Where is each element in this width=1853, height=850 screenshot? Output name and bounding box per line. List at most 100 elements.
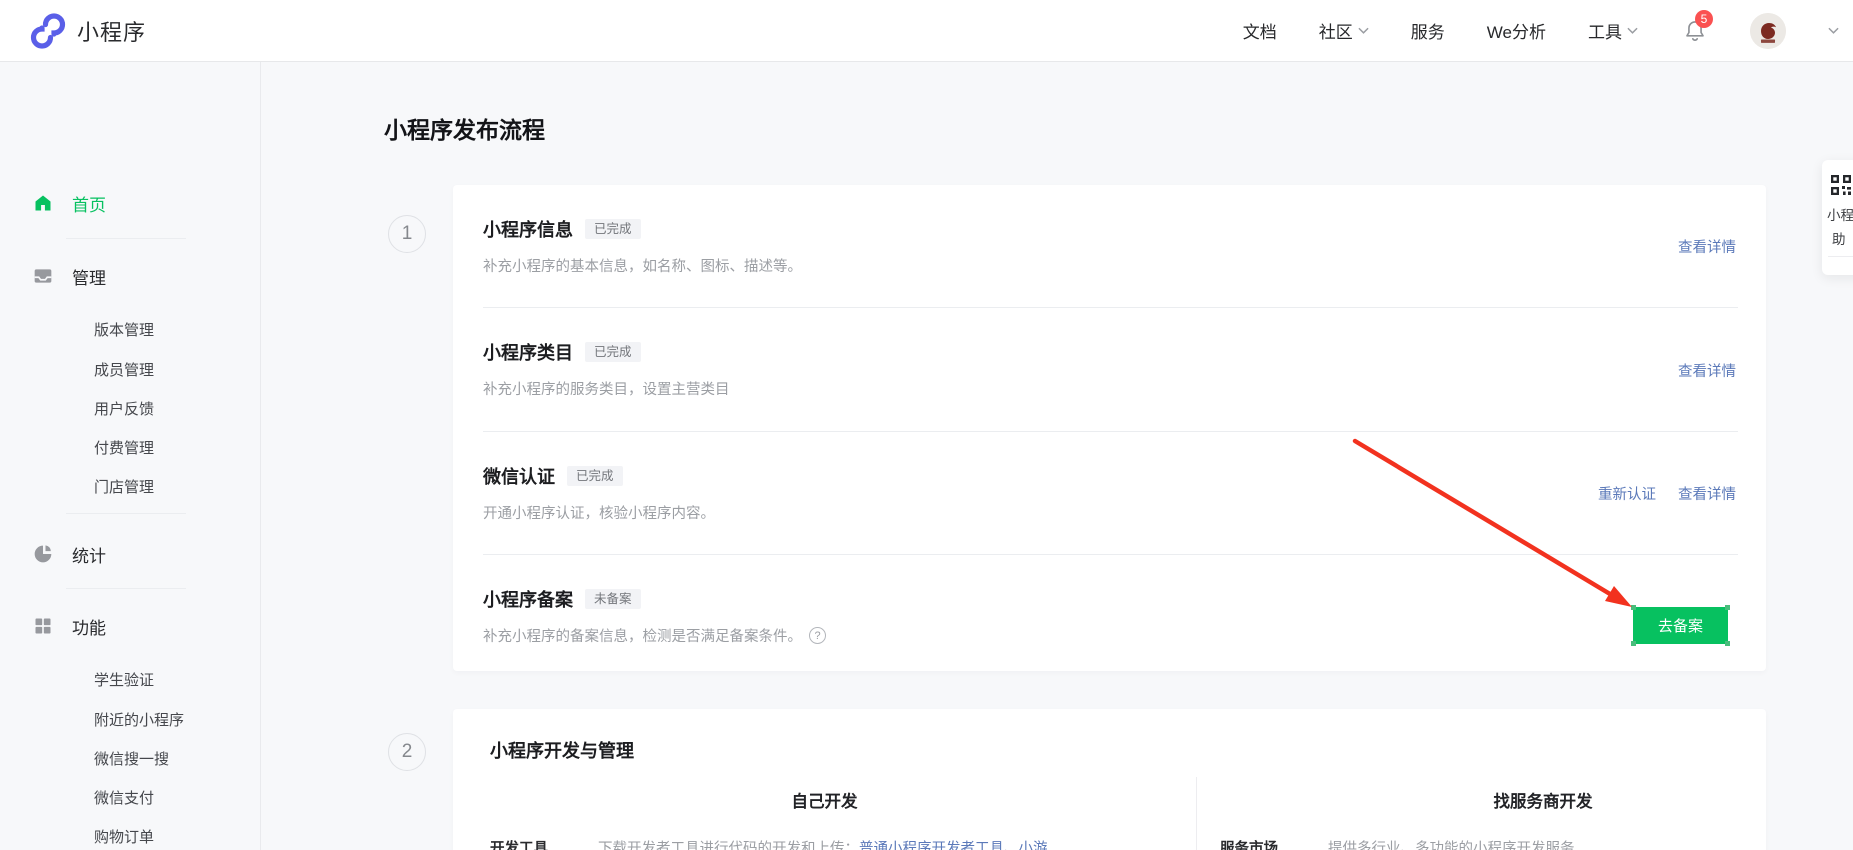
sidebar-item-label: 用户反馈 — [94, 400, 155, 418]
top-navbar: 小程序 文档 社区 服务 We分析 工具 5 — [0, 0, 1853, 62]
nav-docs[interactable]: 文档 — [1243, 18, 1277, 43]
row-title: 小程序备案 — [483, 590, 573, 610]
sidebar-item-label: 附近的小程序 — [94, 711, 185, 729]
selection-handle — [1725, 605, 1730, 610]
service-market-text: 提供多行业、多功能的小程序开发服务 — [1328, 841, 1575, 850]
sidebar-divider — [66, 588, 186, 589]
sidebar-item-label: 学生验证 — [94, 671, 155, 689]
selection-handle — [1725, 641, 1730, 646]
sidebar-item-label: 微信搜一搜 — [94, 750, 170, 768]
sidebar-item-wechat-search[interactable]: 微信搜一搜 — [0, 740, 259, 776]
column-divider — [1196, 777, 1197, 850]
sidebar-item-features[interactable]: 功能 — [0, 608, 259, 644]
nav-tools[interactable]: 工具 — [1588, 18, 1638, 43]
publish-flow-card: 小程序信息 已完成 补充小程序的基本信息，如名称、图标、描述等。 查看详情 小程… — [453, 185, 1766, 671]
sidebar-item-shopping-orders[interactable]: 购物订单 — [0, 818, 259, 850]
sidebar-item-wechat-pay[interactable]: 微信支付 — [0, 779, 259, 815]
avatar-logo — [1750, 12, 1786, 49]
sidebar-item-user-feedback[interactable]: 用户反馈 — [0, 390, 259, 426]
row-description: 补充小程序的基本信息，如名称、图标、描述等。 — [483, 259, 802, 275]
widget-divider — [1828, 256, 1853, 257]
development-card: 小程序开发与管理 自己开发 找服务商开发 开发工具 下载开发者工具进行代码的开发… — [453, 709, 1766, 850]
inbox-icon — [34, 269, 52, 283]
sidebar-item-label: 微信支付 — [94, 789, 155, 807]
nav-docs-label: 文档 — [1242, 23, 1277, 42]
normal-devtools-link[interactable]: 普通小程序开发者工具 — [859, 837, 1004, 850]
dev-tools-row: 开发工具 下载开发者工具进行代码的开发和上传： 普通小程序开发者工具 、 小游 — [490, 837, 1048, 850]
sidebar-item-store-management[interactable]: 门店管理 — [0, 468, 259, 504]
step-number-2: 2 — [388, 733, 426, 771]
notification-bell[interactable]: 5 — [1682, 9, 1713, 44]
brand[interactable]: 小程序 — [30, 0, 146, 61]
sidebar-item-payment-management[interactable]: 付费管理 — [0, 429, 259, 465]
view-details-link[interactable]: 查看详情 — [1678, 483, 1736, 504]
column-header-find-provider: 找服务商开发 — [1493, 793, 1593, 811]
miniprogram-assistant-widget[interactable]: 小程 助 — [1822, 160, 1853, 275]
flow-row-wechat-verification: 微信认证 已完成 开通小程序认证，核验小程序内容。 重新认证 查看详情 — [453, 432, 1766, 555]
step-number-1: 1 — [388, 215, 426, 253]
assistant-label-line2: 助 — [1832, 232, 1846, 247]
dev-tools-label: 开发工具 — [490, 841, 548, 850]
service-market-label: 服务市场 — [1220, 841, 1278, 850]
go-filing-button[interactable]: 去备案 — [1633, 607, 1728, 644]
sidebar-item-label: 管理 — [72, 268, 106, 288]
nav-community-label: 社区 — [1318, 23, 1353, 42]
status-badge: 未备案 — [585, 588, 641, 610]
sidebar-item-management[interactable]: 管理 — [0, 258, 259, 294]
go-filing-button-wrap: 去备案 — [1631, 605, 1730, 646]
home-icon — [35, 195, 51, 211]
row-title: 小程序信息 — [483, 220, 573, 240]
card-title: 小程序开发与管理 — [490, 741, 634, 761]
sidebar-divider — [66, 238, 186, 239]
sidebar-item-label: 首页 — [72, 195, 106, 215]
game-devtools-link[interactable]: 小游 — [1019, 837, 1048, 850]
nav-community[interactable]: 社区 — [1319, 18, 1369, 43]
account-chevron-icon[interactable] — [1828, 27, 1839, 34]
pie-chart-icon — [34, 545, 52, 563]
sidebar-item-statistics[interactable]: 统计 — [0, 536, 259, 572]
sidebar-item-version-management[interactable]: 版本管理 — [0, 311, 259, 347]
chevron-down-icon — [1627, 27, 1638, 34]
grid-icon — [35, 618, 51, 634]
navbar-menu: 文档 社区 服务 We分析 工具 5 — [1243, 0, 1839, 61]
row-title: 微信认证 — [483, 467, 555, 487]
nav-services[interactable]: 服务 — [1411, 18, 1445, 43]
nav-we-analytics[interactable]: We分析 — [1487, 18, 1546, 43]
service-market-row: 服务市场 提供多行业、多功能的小程序开发服务 — [1220, 837, 1575, 850]
page-title: 小程序发布流程 — [384, 117, 545, 143]
sidebar-item-label: 版本管理 — [94, 321, 155, 339]
miniprogram-logo-icon — [30, 12, 66, 49]
account-avatar[interactable] — [1750, 12, 1786, 49]
sidebar-item-label: 付费管理 — [94, 439, 155, 457]
sidebar-item-nearby-miniprograms[interactable]: 附近的小程序 — [0, 701, 259, 737]
sidebar-item-student-verification[interactable]: 学生验证 — [0, 661, 259, 697]
re-verify-link[interactable]: 重新认证 — [1598, 483, 1656, 504]
view-details-link[interactable]: 查看详情 — [1678, 360, 1736, 381]
sidebar-divider — [66, 513, 186, 514]
sidebar-item-label: 统计 — [72, 546, 106, 566]
sidebar: 首页 管理 版本管理 成员管理 用户反馈 付费管理 门店管理 统计 功能 学生验… — [0, 61, 261, 850]
row-title: 小程序类目 — [483, 343, 573, 363]
help-icon[interactable]: ? — [809, 627, 826, 644]
row-description: 开通小程序认证，核验小程序内容。 — [483, 506, 715, 522]
column-header-self-develop: 自己开发 — [791, 793, 858, 811]
flow-row-miniprogram-category: 小程序类目 已完成 补充小程序的服务类目，设置主营类目 查看详情 — [453, 308, 1766, 432]
app-window: 小程序 文档 社区 服务 We分析 工具 5 首页 管理 版本管理 成员管理 用… — [0, 0, 1853, 850]
brand-title: 小程序 — [77, 19, 147, 45]
nav-tools-label: 工具 — [1588, 23, 1622, 42]
view-details-link[interactable]: 查看详情 — [1678, 236, 1736, 257]
flow-row-miniprogram-info: 小程序信息 已完成 补充小程序的基本信息，如名称、图标、描述等。 查看详情 — [453, 185, 1766, 308]
row-description: 补充小程序的服务类目，设置主营类目 — [483, 382, 730, 398]
sidebar-item-label: 成员管理 — [94, 361, 155, 379]
sidebar-item-home[interactable]: 首页 — [0, 185, 259, 221]
link-separator: 、 — [1004, 841, 1019, 850]
dev-tools-text: 下载开发者工具进行代码的开发和上传： — [598, 841, 859, 850]
selection-handle — [1631, 605, 1636, 610]
sidebar-item-label: 购物订单 — [94, 828, 155, 846]
sidebar-item-member-management[interactable]: 成员管理 — [0, 351, 259, 387]
flow-row-miniprogram-filing: 小程序备案 未备案 补充小程序的备案信息，检测是否满足备案条件。 ? 去备案 — [453, 555, 1766, 671]
nav-services-label: 服务 — [1410, 23, 1445, 42]
selection-handle — [1631, 641, 1636, 646]
sidebar-item-label: 功能 — [72, 618, 106, 638]
chevron-down-icon — [1358, 27, 1369, 34]
